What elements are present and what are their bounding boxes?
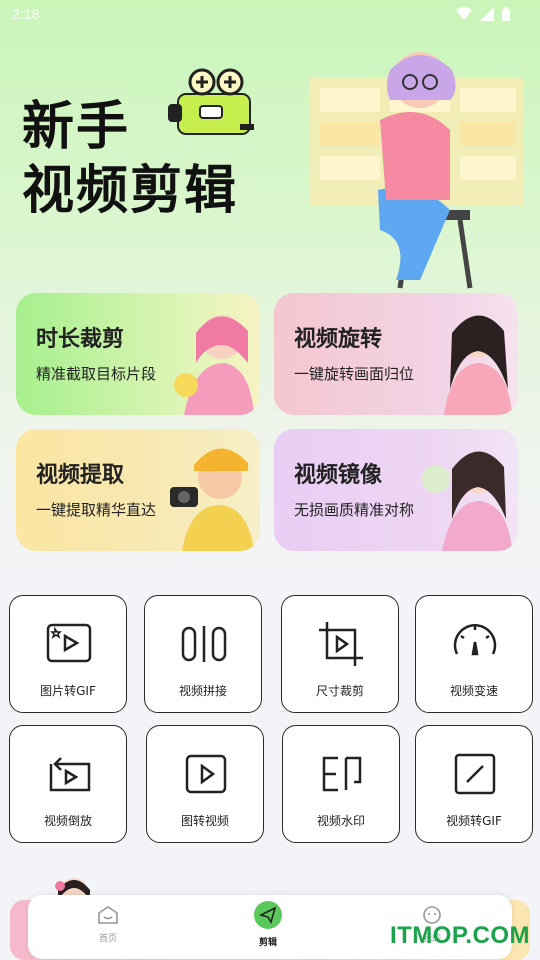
speedometer-icon (453, 624, 497, 656)
feature-card-subtitle: 精准截取目标片段 (36, 365, 157, 383)
feature-card-duration-trim[interactable]: 时长裁剪 精准截取目标片段 (16, 293, 260, 415)
nav-label: 首页 (98, 934, 117, 944)
wifi-icon (456, 7, 472, 20)
feature-card-title: 视频提取 (36, 463, 125, 488)
tool-image-to-video[interactable]: 图转视频 (146, 725, 264, 843)
tool-label: 视频拼接 (178, 684, 227, 698)
tool-video-to-gif[interactable]: 视频转GIF (415, 725, 533, 843)
tool-label: 视频转GIF (446, 814, 502, 828)
status-bar: 2:18 (0, 0, 540, 32)
nav-item-home[interactable]: 首页 (78, 905, 138, 944)
tool-label: 视频倒放 (43, 814, 92, 828)
battery-icon (502, 7, 510, 21)
watermark-icon (322, 756, 362, 792)
tool-label: 尺寸裁剪 (315, 684, 364, 698)
home-face-icon (98, 906, 118, 924)
camera-illustration (168, 68, 254, 135)
tool-image-to-gif[interactable]: 图片转GIF (9, 595, 127, 713)
tool-video-watermark[interactable]: 视频水印 (282, 725, 400, 843)
feature-card-title: 视频旋转 (294, 327, 383, 352)
tool-label: 图转视频 (180, 814, 229, 828)
card-girl-illustration (444, 315, 512, 415)
feature-card-subtitle: 一键旋转画面归位 (294, 365, 415, 383)
crop-icon (319, 622, 363, 666)
hero-title-line2: 视频剪辑 (22, 161, 239, 221)
status-icons (456, 7, 510, 21)
feature-card-video-extract[interactable]: 视频提取 一键提取精华直达 (16, 429, 260, 551)
nav-item-edit[interactable]: 剪辑 (238, 901, 298, 948)
feature-card-subtitle: 无损画质精准对称 (294, 501, 415, 519)
send-icon (254, 901, 282, 929)
video-gif-icon (454, 753, 496, 795)
signal-icon (480, 7, 494, 21)
split-join-icon (181, 626, 227, 662)
feature-card-title: 视频镜像 (294, 463, 383, 488)
tool-video-join[interactable]: 视频拼接 (144, 595, 262, 713)
tool-label: 视频变速 (449, 684, 498, 698)
card-girl-illustration (422, 451, 512, 551)
feature-card-subtitle: 一键提取精华直达 (36, 501, 157, 519)
feature-card-title: 时长裁剪 (36, 327, 125, 352)
feature-card-video-mirror[interactable]: 视频镜像 无损画质精准对称 (274, 429, 518, 551)
site-watermark: ITMOP.COM (389, 922, 530, 949)
tool-label: 图片转GIF (40, 684, 96, 698)
card-photographer-illustration (170, 448, 254, 551)
reverse-play-icon (49, 757, 91, 792)
card-girl-illustration (174, 315, 254, 415)
image-play-icon (46, 623, 92, 663)
nav-label: 剪辑 (258, 938, 277, 948)
tool-size-crop[interactable]: 尺寸裁剪 (281, 595, 399, 713)
feature-card-video-rotate[interactable]: 视频旋转 一键旋转画面归位 (274, 293, 518, 415)
tool-label: 视频水印 (316, 814, 365, 828)
hero-girl-illustration (310, 52, 524, 289)
tool-video-speed[interactable]: 视频变速 (415, 595, 533, 713)
play-box-icon (185, 754, 227, 794)
tool-video-reverse[interactable]: 视频倒放 (9, 725, 127, 843)
status-time: 2:18 (12, 6, 40, 22)
